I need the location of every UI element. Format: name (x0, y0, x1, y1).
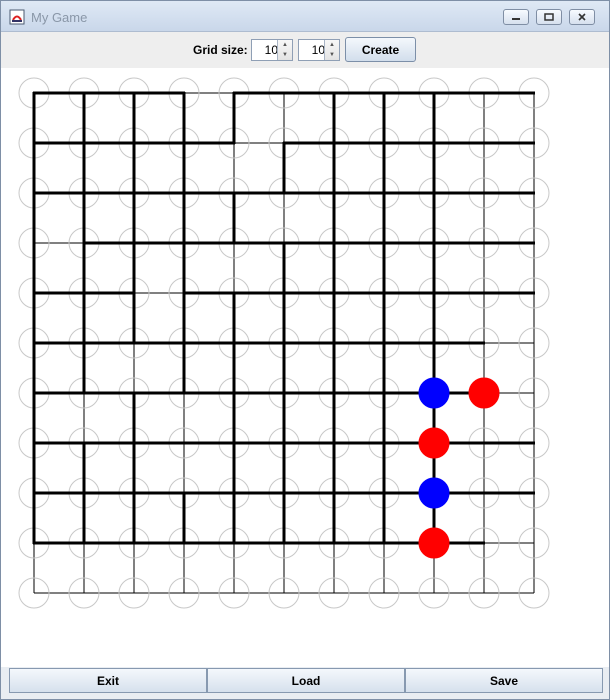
game-piece[interactable] (418, 477, 450, 509)
exit-button[interactable]: Exit (9, 668, 207, 693)
spinner-down-icon[interactable]: ▼ (325, 50, 339, 60)
rows-value: 10 (264, 43, 278, 57)
close-button[interactable] (569, 9, 595, 25)
grid-size-label: Grid size: (193, 43, 248, 57)
toolbar: Grid size: 10 ▲ ▼ 10 ▲ ▼ Create (1, 32, 609, 68)
cols-spinner[interactable]: 10 ▲ ▼ (298, 39, 340, 61)
title-bar[interactable]: My Game (1, 1, 609, 32)
spinner-up-icon[interactable]: ▲ (325, 40, 339, 50)
game-piece[interactable] (418, 377, 450, 409)
game-piece[interactable] (468, 377, 500, 409)
cols-spinner-arrows[interactable]: ▲ ▼ (324, 40, 339, 60)
board-canvas[interactable] (9, 68, 603, 665)
window-title: My Game (31, 10, 88, 25)
maximize-icon (544, 13, 554, 21)
spinner-down-icon[interactable]: ▼ (278, 50, 292, 60)
save-button[interactable]: Save (405, 668, 603, 693)
game-board[interactable] (9, 68, 603, 665)
game-piece[interactable] (418, 427, 450, 459)
spinner-up-icon[interactable]: ▲ (278, 40, 292, 50)
minimize-icon (512, 18, 520, 20)
rows-spinner[interactable]: 10 ▲ ▼ (251, 39, 293, 61)
maximize-button[interactable] (536, 9, 562, 25)
cols-value: 10 (311, 43, 325, 57)
app-window: My Game Grid size: 10 ▲ ▼ 10 ▲ ▼ Create (0, 0, 610, 700)
create-button[interactable]: Create (345, 37, 416, 62)
game-piece[interactable] (418, 527, 450, 559)
load-button[interactable]: Load (207, 668, 405, 693)
java-app-icon (9, 9, 25, 25)
minimize-button[interactable] (503, 9, 529, 25)
rows-spinner-arrows[interactable]: ▲ ▼ (277, 40, 292, 60)
close-icon (578, 13, 586, 21)
bottom-bar: Exit Load Save (1, 667, 609, 699)
